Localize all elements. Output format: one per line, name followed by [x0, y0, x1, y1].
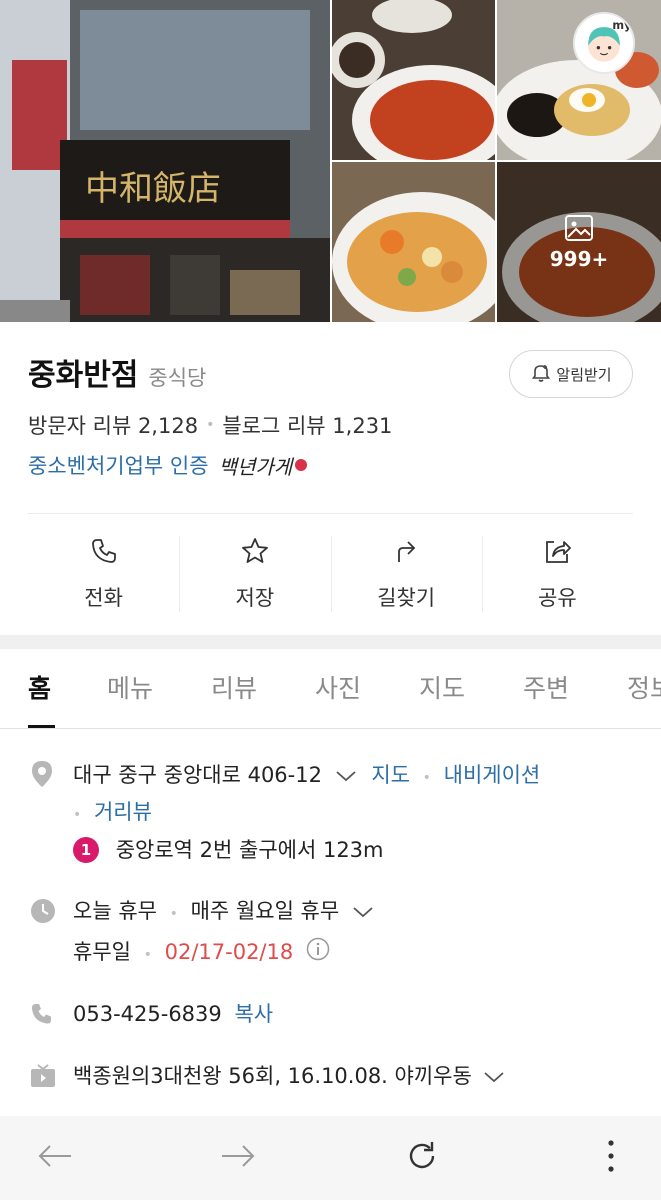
chevron-down-icon[interactable] — [352, 896, 374, 928]
more-options-button[interactable] — [591, 1138, 631, 1178]
tab-nearby[interactable]: 주변 — [523, 669, 569, 705]
phone-icon — [89, 536, 119, 570]
arrow-left-icon — [37, 1144, 73, 1172]
place-name: 중화반점 — [28, 358, 139, 393]
separator-dot: • — [73, 807, 82, 823]
bell-icon — [530, 361, 556, 387]
info-icon[interactable] — [306, 937, 330, 970]
review-summary: 방문자 리뷰 2,128 • 블로그 리뷰 1,231 — [28, 410, 392, 440]
baeknyeon-gage-mark: 백년가게 — [218, 454, 293, 479]
action-bar: 전화 저장 길찾기 공유 — [28, 514, 633, 634]
holiday-dates: 02/17-02/18 — [164, 940, 294, 964]
tab-home[interactable]: 홈 — [28, 669, 51, 705]
save-label: 저장 — [235, 586, 275, 610]
hours-today: 오늘 휴무 — [73, 899, 157, 923]
separator-dot: • — [422, 770, 431, 786]
section-separator — [0, 635, 661, 649]
tab-map[interactable]: 지도 — [419, 669, 465, 705]
alarm-label: 알림받기 — [556, 365, 612, 384]
separator-dot: • — [143, 947, 152, 963]
hours-weekly: 매주 월요일 휴무 — [190, 899, 340, 923]
tv-show-text: 백종원의3대천왕 56회, 16.10.08. 야끼우동 — [73, 1064, 472, 1088]
chevron-down-icon[interactable] — [335, 759, 357, 793]
save-button[interactable]: 저장 — [179, 514, 330, 634]
photo-count: 999+ — [549, 247, 609, 271]
tab-bar: 홈 메뉴 리뷰 사진 지도 주변 정보 — [0, 649, 661, 729]
tab-photo[interactable]: 사진 — [315, 669, 361, 705]
blog-review-link[interactable]: 블로그 리뷰 1,231 — [222, 410, 392, 440]
place-category: 중식당 — [148, 366, 207, 390]
back-button[interactable] — [35, 1138, 75, 1178]
vertical-dots-icon — [607, 1139, 615, 1177]
food-photo-more[interactable]: 999+ — [497, 162, 661, 322]
share-icon — [542, 536, 572, 570]
my-profile-badge[interactable]: my — [573, 12, 635, 74]
directions-icon — [391, 536, 421, 570]
browser-bottom-nav — [0, 1116, 661, 1200]
image-icon — [564, 213, 594, 243]
share-button[interactable]: 공유 — [481, 514, 633, 634]
visitor-review-link[interactable]: 방문자 리뷰 2,128 — [28, 410, 198, 440]
alarm-button[interactable]: 알림받기 — [509, 350, 633, 398]
holiday-label: 휴무일 — [73, 940, 131, 964]
reload-icon — [405, 1139, 439, 1177]
svg-text:中和飯店: 中和飯店 — [85, 169, 221, 209]
more-photos-overlay[interactable]: 999+ — [497, 162, 661, 322]
tab-menu[interactable]: 메뉴 — [107, 669, 153, 705]
call-button[interactable]: 전화 — [28, 514, 179, 634]
directions-button[interactable]: 길찾기 — [330, 514, 482, 634]
certification-seal-icon — [295, 459, 308, 471]
separator-dot: • — [206, 417, 215, 433]
food-photo[interactable] — [332, 0, 495, 160]
certification-text: 중소벤처기업부 인증 — [28, 454, 209, 478]
food-photo[interactable] — [332, 162, 495, 322]
share-label: 공유 — [538, 586, 577, 610]
clock-icon — [30, 898, 56, 929]
chevron-down-icon[interactable] — [483, 1061, 505, 1093]
certification[interactable]: 중소벤처기업부 인증 백년가게 — [28, 450, 308, 480]
call-label: 전화 — [84, 586, 123, 610]
street-view-link[interactable]: 거리뷰 — [94, 800, 152, 824]
photo-grid[interactable]: 中和飯店 999+ my — [0, 0, 661, 322]
forward-button[interactable] — [218, 1138, 258, 1178]
navigation-link[interactable]: 내비게이션 — [444, 763, 541, 787]
copy-link[interactable]: 복사 — [234, 1002, 273, 1026]
active-tab-indicator — [28, 725, 55, 728]
phone-icon — [30, 1002, 54, 1031]
tv-icon — [30, 1064, 56, 1093]
storefront-photo[interactable]: 中和飯店 — [0, 0, 330, 322]
arrow-right-icon — [220, 1144, 256, 1172]
reload-button[interactable] — [402, 1138, 442, 1178]
directions-label: 길찾기 — [377, 586, 436, 610]
subway-line-badge: 1 — [73, 837, 99, 863]
subway-directions: 중앙로역 2번 출구에서 123m — [115, 838, 384, 862]
separator-dot: • — [169, 906, 178, 922]
map-link[interactable]: 지도 — [371, 763, 410, 787]
location-pin-icon — [30, 760, 54, 793]
tab-review[interactable]: 리뷰 — [211, 669, 257, 705]
place-header: 중화반점 중식당 — [28, 350, 206, 394]
phone-number[interactable]: 053-425-6839 — [73, 1002, 222, 1026]
tab-info[interactable]: 정보 — [627, 669, 661, 705]
address-text: 대구 중구 중앙대로 406-12 — [73, 763, 322, 787]
star-icon — [240, 536, 270, 570]
